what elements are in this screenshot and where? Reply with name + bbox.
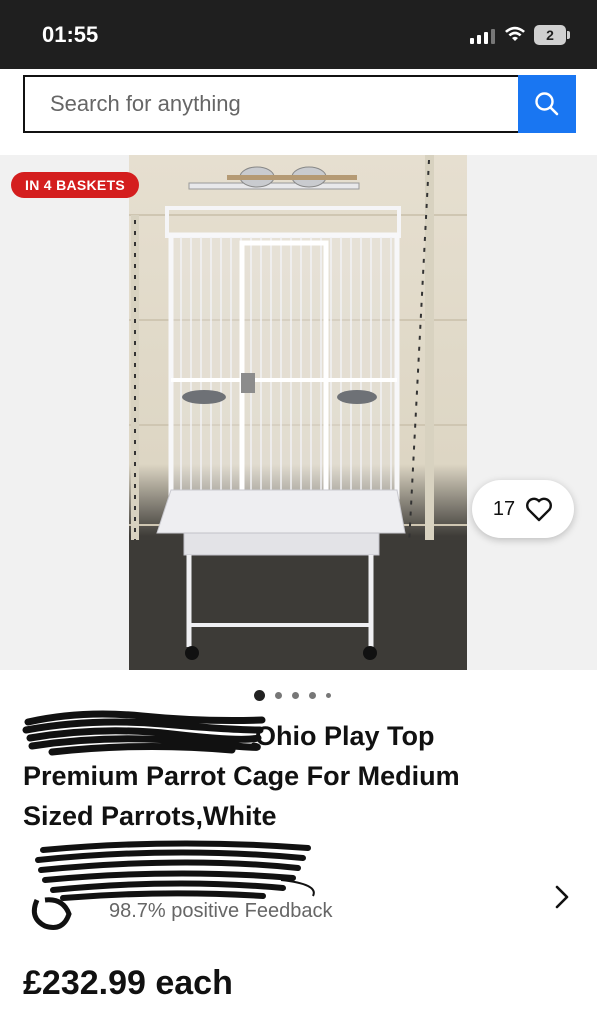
redaction-scribble bbox=[22, 710, 266, 756]
image-gallery[interactable]: IN 4 BASKETS bbox=[0, 155, 597, 670]
watch-button[interactable]: 17 bbox=[472, 480, 574, 538]
battery-nub bbox=[567, 31, 570, 39]
watchers-count: 17 bbox=[492, 497, 516, 520]
wifi-icon bbox=[505, 26, 525, 41]
seller-info-row[interactable]: 98.7% positive Feedback bbox=[23, 840, 583, 930]
status-bar: 01:55 2 bbox=[0, 0, 597, 69]
gallery-pagination bbox=[254, 690, 331, 701]
pagination-dot-active[interactable] bbox=[254, 690, 265, 701]
status-time: 01:55 bbox=[42, 22, 99, 47]
pagination-dot[interactable] bbox=[326, 693, 331, 698]
price: £232.99 each bbox=[23, 964, 233, 1002]
search-button[interactable] bbox=[518, 75, 576, 133]
title-line-2: Premium Parrot Cage For Medium bbox=[23, 761, 460, 791]
search-bar bbox=[23, 75, 576, 133]
parrot-cage-image bbox=[129, 155, 467, 670]
pagination-dot[interactable] bbox=[275, 692, 282, 699]
search-input[interactable] bbox=[23, 75, 518, 133]
battery-icon: 2 bbox=[534, 25, 566, 45]
pagination-dot[interactable] bbox=[309, 692, 316, 699]
title-line-3: Sized Parrots,White bbox=[23, 801, 277, 831]
cellular-signal-icon bbox=[470, 28, 495, 44]
pagination-dot[interactable] bbox=[292, 692, 299, 699]
heart-icon bbox=[526, 497, 553, 522]
chevron-right-icon[interactable] bbox=[553, 884, 571, 910]
product-photo[interactable] bbox=[129, 155, 467, 670]
seller-feedback: 98.7% positive Feedback bbox=[109, 900, 333, 922]
in-baskets-badge: IN 4 BASKETS bbox=[11, 172, 140, 198]
search-icon bbox=[535, 92, 559, 116]
